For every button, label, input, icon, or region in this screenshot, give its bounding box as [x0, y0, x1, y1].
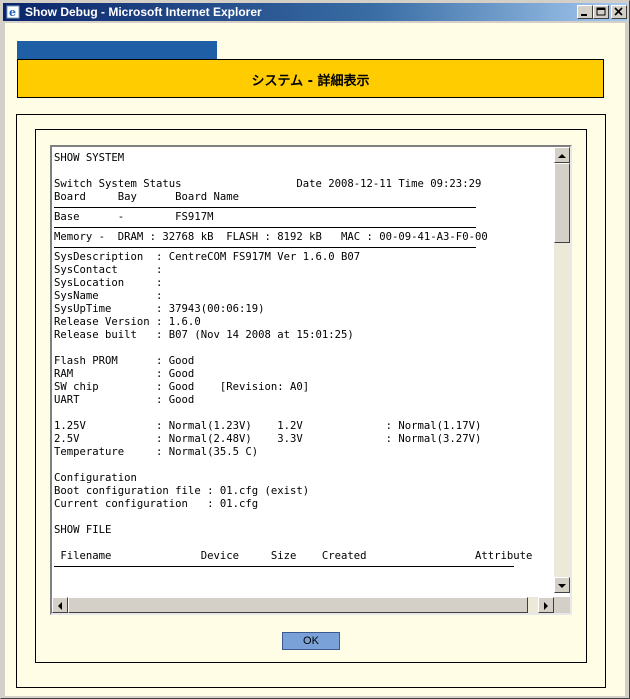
- output-line: Current configuration : 01.cfg: [54, 498, 259, 510]
- output-line: Release Version : 1.6.0: [54, 316, 201, 328]
- inner-frame: SHOW SYSTEM Switch System Status Date 200…: [35, 129, 587, 663]
- maximize-button[interactable]: [593, 5, 609, 19]
- output-line: SW chip : Good [Revision: A0]: [54, 381, 310, 393]
- output-line: RAM : Good: [54, 368, 195, 380]
- close-button[interactable]: [611, 5, 627, 19]
- vertical-scrollbar[interactable]: [554, 147, 570, 593]
- separator-line: [54, 207, 476, 208]
- debug-output-text: SHOW SYSTEM Switch System Status Date 200…: [54, 152, 552, 594]
- horizontal-scroll-thumb[interactable]: [68, 597, 528, 613]
- browser-window: e Show Debug - Microsoft Internet Explor…: [0, 0, 630, 699]
- outer-frame: SHOW SYSTEM Switch System Status Date 200…: [16, 114, 606, 688]
- output-line: Switch System Status Date 2008-12-11 Tim…: [54, 178, 482, 190]
- output-line: Base - FS917M: [54, 211, 214, 223]
- page-title: システム - 詳細表示: [251, 74, 370, 89]
- output-line: SHOW SYSTEM: [54, 152, 125, 164]
- scroll-left-button[interactable]: [52, 597, 68, 613]
- header-tab-block: [17, 41, 217, 59]
- window-title: Show Debug - Microsoft Internet Explorer: [25, 5, 262, 19]
- horizontal-scrollbar[interactable]: [52, 597, 554, 613]
- output-line: SysContact :: [54, 264, 163, 276]
- output-line: Filename Device Size Created Attribute: [54, 550, 533, 562]
- output-block-header: SHOW SYSTEM Switch System Status Date 200…: [54, 152, 552, 204]
- scroll-up-button[interactable]: [554, 147, 570, 163]
- output-line: 1.25V : Normal(1.23V) 1.2V : Normal(1.17…: [54, 420, 482, 432]
- minimize-button[interactable]: [577, 5, 593, 19]
- ok-button[interactable]: OK: [282, 632, 340, 650]
- output-line: SysName :: [54, 290, 163, 302]
- vertical-scroll-thumb[interactable]: [554, 163, 570, 243]
- page-banner: システム - 詳細表示: [17, 59, 604, 98]
- output-line: SysLocation :: [54, 277, 163, 289]
- output-line: SHOW FILE: [54, 524, 112, 536]
- ie-icon: e: [6, 4, 22, 20]
- output-block-memory: Memory - DRAM : 32768 kB FLASH : 8192 kB…: [54, 231, 552, 244]
- output-line: 2.5V : Normal(2.48V) 3.3V : Normal(3.27V…: [54, 433, 482, 445]
- svg-text:e: e: [9, 6, 16, 19]
- output-line: Configuration: [54, 472, 137, 484]
- page-content: システム - 詳細表示 SHOW SYSTEM Switch System Sta…: [5, 23, 625, 696]
- output-line: Board Bay Board Name: [54, 191, 239, 203]
- scroll-right-button[interactable]: [538, 597, 554, 613]
- title-bar[interactable]: e Show Debug - Microsoft Internet Explor…: [3, 3, 627, 21]
- separator-line: [54, 566, 514, 567]
- output-line: SysUpTime : 37943(00:06:19): [54, 303, 265, 315]
- separator-line: [54, 227, 476, 228]
- output-line: Temperature : Normal(35.5 C): [54, 446, 259, 458]
- output-line: SysDescription : CentreCOM FS917M Ver 1.…: [54, 251, 361, 263]
- output-line: Boot configuration file : 01.cfg (exist): [54, 485, 310, 497]
- separator-line: [54, 247, 476, 248]
- debug-output-panel[interactable]: SHOW SYSTEM Switch System Status Date 200…: [50, 145, 572, 615]
- output-block-board: Base - FS917M: [54, 211, 552, 224]
- output-line: UART : Good: [54, 394, 195, 406]
- scrollbar-corner: [554, 597, 570, 613]
- output-block-details: SysDescription : CentreCOM FS917M Ver 1.…: [54, 251, 552, 563]
- output-line: Release built : B07 (Nov 14 2008 at 15:0…: [54, 329, 354, 341]
- output-line: Flash PROM : Good: [54, 355, 195, 367]
- scroll-down-button[interactable]: [554, 577, 570, 593]
- output-line: Memory - DRAM : 32768 kB FLASH : 8192 kB…: [54, 231, 488, 243]
